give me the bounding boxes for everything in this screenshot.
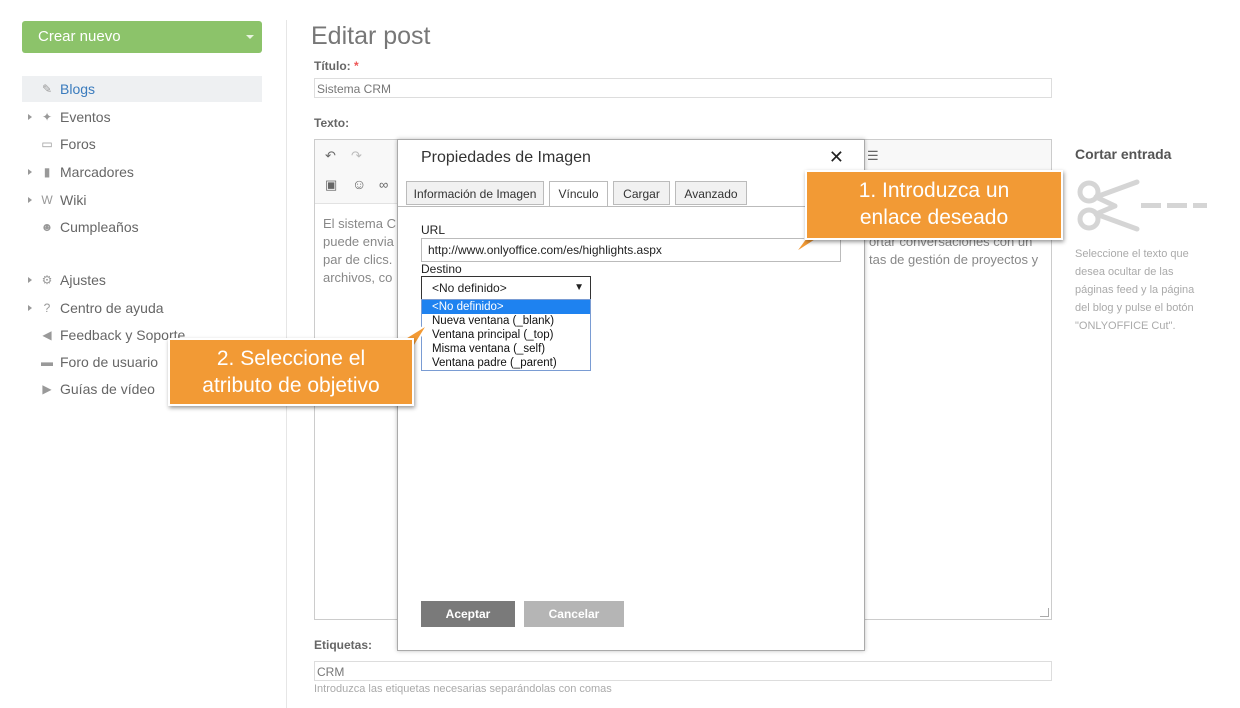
sidebar-item-label: Blogs bbox=[60, 81, 96, 97]
tab-image-info[interactable]: Información de Imagen bbox=[406, 181, 544, 205]
editor-content-left: El sistema C puede envia par de clics. a… bbox=[323, 216, 396, 285]
wiki-icon: W bbox=[41, 193, 53, 207]
link-icon[interactable]: ∞ bbox=[379, 177, 388, 192]
sidebar-item-label: Ajustes bbox=[60, 272, 106, 288]
expand-arrow-icon[interactable] bbox=[28, 197, 32, 203]
bookmark-icon: ▮ bbox=[43, 165, 51, 179]
resize-handle[interactable] bbox=[1040, 608, 1049, 617]
sidebar-item-label: Foro de usuario bbox=[60, 354, 159, 370]
close-icon[interactable]: ✕ bbox=[829, 147, 844, 168]
sidebar-item-centro-de-ayuda[interactable]: ? Centro de ayuda bbox=[22, 295, 262, 321]
url-input[interactable]: http://www.onlyoffice.com/es/highlights.… bbox=[421, 238, 841, 262]
dialog-title: Propiedades de Imagen bbox=[421, 149, 591, 166]
sidebar-item-label: Eventos bbox=[60, 109, 111, 125]
expand-arrow-icon[interactable] bbox=[28, 169, 32, 175]
tab-divider bbox=[398, 206, 864, 207]
tab-upload[interactable]: Cargar bbox=[613, 181, 670, 205]
target-option[interactable]: Nueva ventana (_blank) bbox=[422, 314, 590, 328]
target-options-list: <No definido> Nueva ventana (_blank) Ven… bbox=[421, 299, 591, 371]
sidebar-item-label: Cumpleaños bbox=[60, 219, 139, 235]
edit-icon: ✎ bbox=[41, 82, 53, 96]
ok-button[interactable]: Aceptar bbox=[421, 601, 515, 627]
tab-link[interactable]: Vínculo bbox=[549, 181, 608, 207]
sidebar-item-ajustes[interactable]: ⚙ Ajustes bbox=[22, 267, 262, 293]
sidebar-item-foros[interactable]: ▭ Foros bbox=[22, 131, 262, 157]
image-icon[interactable]: ▣ bbox=[325, 177, 337, 193]
target-option[interactable]: Misma ventana (_self) bbox=[422, 342, 590, 356]
callout-step-2: 2. Seleccione el atributo de objetivo bbox=[168, 338, 414, 406]
sidebar-item-cumpleanos[interactable]: ☻ Cumpleaños bbox=[22, 214, 262, 240]
expand-arrow-icon[interactable] bbox=[28, 277, 32, 283]
page-title: Editar post bbox=[311, 22, 431, 50]
target-selected-value: <No definido> bbox=[432, 281, 507, 295]
chevron-down-icon[interactable] bbox=[246, 35, 254, 39]
title-field-label: Título: * bbox=[314, 59, 359, 73]
sidebar-item-label: Centro de ayuda bbox=[60, 300, 164, 316]
chevron-down-icon[interactable]: ▼ bbox=[574, 277, 584, 299]
sidebar-item-blogs[interactable]: ✎ Blogs bbox=[22, 76, 262, 102]
question-icon: ? bbox=[43, 301, 51, 315]
pin-icon: ✦ bbox=[41, 110, 53, 124]
title-label-text: Título: bbox=[314, 59, 351, 73]
gear-icon: ⚙ bbox=[41, 273, 53, 287]
sidebar-item-label: Guías de vídeo bbox=[60, 381, 155, 397]
tab-advanced[interactable]: Avanzado bbox=[675, 181, 747, 205]
callout-step-1: 1. Introduzca un enlace deseado bbox=[805, 170, 1063, 240]
sidebar-item-wiki[interactable]: W Wiki bbox=[22, 187, 262, 213]
cancel-button[interactable]: Cancelar bbox=[524, 601, 624, 627]
undo-icon[interactable]: ↶ bbox=[325, 148, 336, 164]
tags-input[interactable]: CRM bbox=[314, 661, 1052, 681]
text-field-label: Texto: bbox=[314, 116, 350, 130]
megaphone-icon: ◀ bbox=[42, 328, 52, 342]
target-option[interactable]: Ventana padre (_parent) bbox=[422, 356, 590, 370]
create-new-button[interactable]: Crear nuevo bbox=[22, 21, 262, 53]
chat-icon: ▭ bbox=[41, 137, 53, 151]
cut-entry-description: Seleccione el texto que desea ocultar de… bbox=[1075, 248, 1195, 332]
scissors-icon[interactable] bbox=[1075, 178, 1210, 234]
url-label: URL bbox=[421, 223, 446, 237]
sidebar-item-label: Wiki bbox=[60, 192, 87, 208]
required-mark: * bbox=[354, 59, 359, 73]
speech-icon: ▬ bbox=[41, 355, 53, 369]
sidebar-item-label: Foros bbox=[60, 136, 96, 152]
video-icon: ▶ bbox=[42, 382, 52, 396]
target-option[interactable]: Ventana principal (_top) bbox=[422, 328, 590, 342]
target-option[interactable]: <No definido> bbox=[422, 300, 590, 314]
sidebar-item-label: Feedback y Soporte bbox=[60, 327, 186, 343]
people-icon: ☻ bbox=[40, 220, 54, 234]
cut-entry-title: Cortar entrada bbox=[1075, 146, 1172, 162]
expand-arrow-icon[interactable] bbox=[28, 114, 32, 120]
create-new-label: Crear nuevo bbox=[38, 28, 121, 45]
tags-field-label: Etiquetas: bbox=[314, 638, 373, 652]
sidebar-item-marcadores[interactable]: ▮ Marcadores bbox=[22, 159, 262, 185]
redo-icon[interactable]: ↷ bbox=[351, 148, 362, 164]
expand-arrow-icon[interactable] bbox=[28, 305, 32, 311]
title-input[interactable]: Sistema CRM bbox=[314, 78, 1052, 98]
sidebar-item-label: Marcadores bbox=[60, 164, 134, 180]
target-select[interactable]: <No definido> ▼ bbox=[421, 276, 591, 300]
sidebar-item-eventos[interactable]: ✦ Eventos bbox=[22, 104, 262, 130]
smiley-icon[interactable]: ☺ bbox=[352, 176, 366, 192]
list-icon[interactable]: ☰ bbox=[867, 148, 879, 164]
image-properties-dialog: Propiedades de Imagen ✕ Información de I… bbox=[397, 139, 865, 651]
target-label: Destino bbox=[421, 262, 462, 276]
tags-hint: Introduzca las etiquetas necesarias sepa… bbox=[314, 683, 612, 695]
